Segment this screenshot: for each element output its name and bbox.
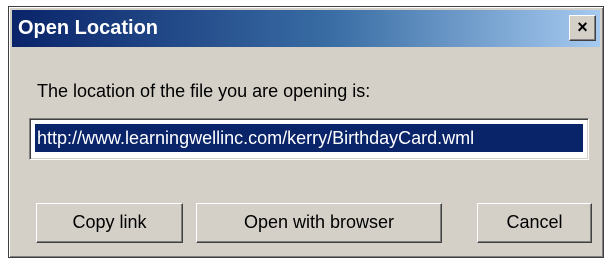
close-icon: × bbox=[577, 17, 588, 37]
copy-link-button[interactable]: Copy link bbox=[36, 203, 183, 243]
location-field[interactable]: http://www.learningwellinc.com/kerry/Bir… bbox=[29, 118, 589, 160]
open-with-browser-button[interactable]: Open with browser bbox=[196, 203, 442, 243]
dialog-title: Open Location bbox=[18, 17, 158, 39]
location-url-selected-text[interactable]: http://www.learningwellinc.com/kerry/Bir… bbox=[35, 124, 583, 152]
location-message: The location of the file you are opening… bbox=[37, 81, 371, 101]
close-button[interactable]: × bbox=[569, 15, 596, 41]
cancel-button[interactable]: Cancel bbox=[477, 203, 592, 243]
title-bar[interactable]: Open Location × bbox=[12, 10, 600, 47]
open-location-dialog: Open Location × The location of the file… bbox=[8, 6, 604, 258]
